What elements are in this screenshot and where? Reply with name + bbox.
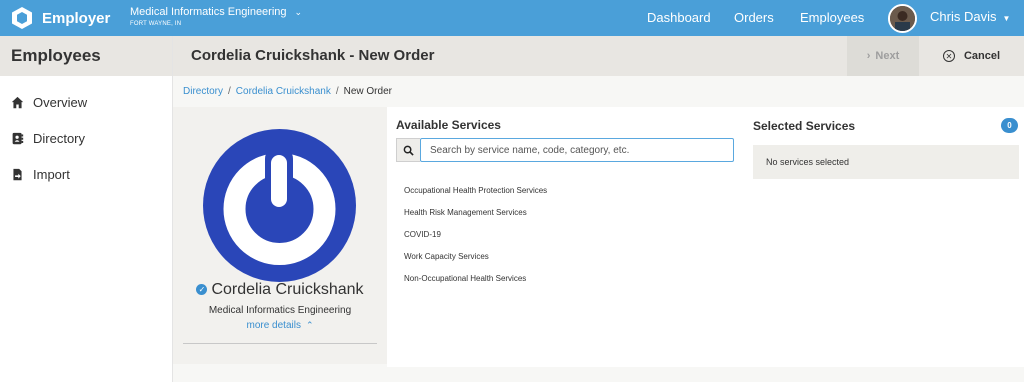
- services-panel: Available Services Occupational Health P…: [387, 107, 1024, 367]
- next-label: Next: [875, 50, 900, 62]
- address-book-icon: [12, 132, 24, 144]
- org-name: Medical Informatics Engineering: [130, 6, 287, 18]
- sidebar-item-import[interactable]: Import: [11, 164, 70, 184]
- nav-employees[interactable]: Employees: [800, 0, 864, 36]
- chevron-up-icon: ⌃: [305, 320, 314, 330]
- chevron-right-icon: ›: [866, 50, 871, 62]
- org-switcher[interactable]: Medical Informatics Engineering ⌄ FORT W…: [130, 6, 303, 28]
- next-button[interactable]: › Next: [847, 36, 919, 76]
- breadcrumb-separator: /: [335, 86, 339, 97]
- cancel-label: Cancel: [963, 50, 1001, 62]
- service-item[interactable]: Occupational Health Protection Services: [404, 186, 547, 208]
- file-import-icon: [13, 168, 22, 180]
- sidebar: Employees Overview Directory Import: [0, 36, 173, 382]
- employee-logo: [203, 129, 356, 282]
- top-bar: Employer Medical Informatics Engineering…: [0, 0, 1024, 36]
- sidebar-title: Employees: [0, 36, 172, 76]
- avatar[interactable]: [888, 4, 917, 33]
- breadcrumb-directory[interactable]: Directory: [183, 86, 223, 97]
- nav-orders[interactable]: Orders: [734, 0, 774, 36]
- service-item[interactable]: Health Risk Management Services: [404, 208, 547, 230]
- close-circle-icon: ✕: [942, 50, 955, 62]
- breadcrumb-employee[interactable]: Cordelia Cruickshank: [236, 86, 331, 97]
- divider: [183, 343, 377, 344]
- service-item[interactable]: Non-Occupational Health Services: [404, 274, 547, 296]
- selected-count-badge: 0: [1001, 118, 1018, 133]
- available-services-title: Available Services: [396, 118, 501, 132]
- user-menu[interactable]: Chris Davis ▼: [930, 0, 1010, 36]
- breadcrumb: Directory / Cordelia Cruickshank / New Order: [183, 86, 392, 97]
- caret-down-icon: ▼: [1002, 14, 1011, 23]
- sidebar-item-directory[interactable]: Directory: [11, 128, 85, 148]
- sidebar-item-label: Directory: [33, 130, 86, 146]
- sidebar-item-overview[interactable]: Overview: [11, 92, 87, 112]
- page-title: Cordelia Cruickshank - New Order: [191, 47, 435, 64]
- more-details-link[interactable]: more details ⌃: [173, 320, 387, 331]
- brand-name: Employer: [42, 9, 111, 27]
- profile-name: Cordelia Cruickshank: [211, 281, 364, 298]
- brand[interactable]: Employer: [10, 5, 110, 31]
- profile-name-row: ✓ Cordelia Cruickshank: [173, 281, 387, 299]
- profile-card: ✓ Cordelia Cruickshank Medical Informatic…: [173, 107, 387, 364]
- sidebar-item-label: Overview: [33, 94, 88, 110]
- sidebar-item-label: Import: [33, 166, 70, 182]
- breadcrumb-separator: /: [228, 86, 231, 97]
- nav-dashboard[interactable]: Dashboard: [647, 0, 711, 36]
- service-search: [396, 138, 734, 162]
- profile-organization: Medical Informatics Engineering: [208, 305, 352, 316]
- employer-logo-icon: [12, 7, 32, 29]
- search-input[interactable]: [420, 138, 734, 162]
- search-icon: [396, 138, 420, 162]
- more-details-label: more details: [246, 320, 301, 331]
- cancel-button[interactable]: ✕ Cancel: [919, 36, 1024, 76]
- org-location: FORT WAYNE, IN: [130, 21, 182, 27]
- verified-check-icon: ✓: [196, 284, 208, 295]
- selected-empty-state: No services selected: [753, 145, 1019, 179]
- user-name: Chris Davis: [930, 9, 997, 24]
- service-list: Occupational Health Protection Services …: [404, 186, 547, 296]
- selected-services-title: Selected Services: [753, 119, 856, 133]
- breadcrumb-current: New Order: [343, 86, 392, 97]
- service-item[interactable]: Work Capacity Services: [404, 252, 547, 274]
- chevron-down-icon: ⌄: [294, 7, 303, 17]
- page-header: Cordelia Cruickshank - New Order › Next …: [173, 36, 1024, 76]
- home-icon: [11, 96, 24, 108]
- service-item[interactable]: COVID-19: [404, 230, 547, 252]
